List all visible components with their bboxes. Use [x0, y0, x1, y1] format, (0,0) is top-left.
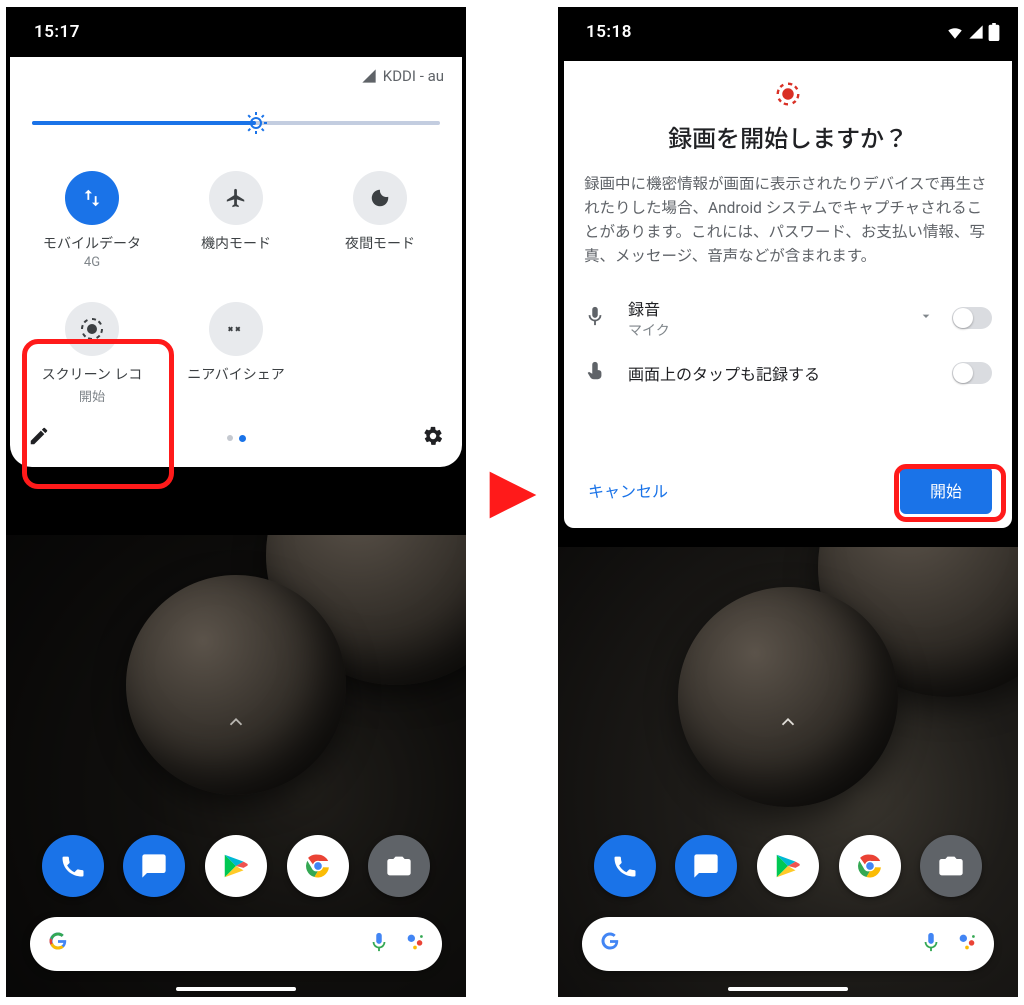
option-audio[interactable]: 録音 マイク: [584, 286, 992, 350]
option-audio-sub: マイク: [628, 320, 900, 340]
camera-app-icon[interactable]: [368, 835, 430, 897]
phone-app-icon[interactable]: [594, 835, 656, 897]
qs-tile-mobile-data[interactable]: モバイルデータ 4G: [20, 163, 164, 284]
clock: 15:17: [34, 22, 80, 42]
home-handle[interactable]: [728, 987, 848, 991]
transition-arrow-icon: [478, 460, 548, 534]
option-taps-title: 画面上のタップも記録する: [628, 361, 934, 385]
chevron-up-icon[interactable]: [225, 711, 247, 737]
quick-settings-panel: KDDI - au モバイルデータ 4G 機内モ: [10, 57, 462, 467]
toggle-audio[interactable]: [952, 307, 992, 329]
nearby-share-icon: [209, 302, 263, 356]
carrier-label: KDDI - au: [383, 67, 444, 85]
moon-icon: [353, 171, 407, 225]
qs-tile-airplane[interactable]: 機内モード: [164, 163, 308, 284]
qs-tile-sub: 4G: [24, 255, 160, 270]
clock: 15:18: [586, 22, 632, 42]
google-g-icon: [46, 929, 70, 960]
qs-tile-sub: 開始: [24, 386, 160, 405]
mic-icon[interactable]: [368, 931, 390, 957]
toggle-taps[interactable]: [952, 362, 992, 384]
brightness-thumb-icon[interactable]: [244, 111, 268, 135]
record-icon: [584, 81, 992, 107]
chrome-app-icon[interactable]: [839, 835, 901, 897]
dialog-title: 録画を開始しますか？: [584, 119, 992, 154]
assistant-icon[interactable]: [956, 931, 978, 957]
status-icons: [946, 7, 1000, 57]
edit-icon[interactable]: [28, 425, 50, 451]
phone-left: 15:17 KDDI - au モバイルデータ 4G: [6, 7, 466, 997]
chrome-app-icon[interactable]: [287, 835, 349, 897]
qs-tile-label: 機内モード: [168, 235, 304, 253]
play-store-icon[interactable]: [757, 835, 819, 897]
qs-tiles-grid: モバイルデータ 4G 機内モード 夜間モード: [10, 153, 462, 419]
arrows-up-down-icon: [65, 171, 119, 225]
qs-footer: [10, 419, 462, 463]
chevron-up-icon[interactable]: [777, 711, 799, 737]
mic-icon: [584, 305, 610, 331]
home-background: [6, 535, 466, 997]
camera-app-icon[interactable]: [920, 835, 982, 897]
pager-dots: [227, 435, 246, 442]
home-background: [558, 547, 1018, 997]
assistant-icon[interactable]: [404, 931, 426, 957]
chevron-down-icon[interactable]: [918, 308, 934, 328]
option-audio-title: 録音: [628, 296, 900, 320]
qs-header: KDDI - au: [10, 57, 462, 91]
home-handle[interactable]: [176, 987, 296, 991]
messages-app-icon[interactable]: [123, 835, 185, 897]
brightness-slider[interactable]: [32, 103, 440, 143]
phone-right: 15:18 録画を開始しますか？ 録画中に機密情報が画面に表示されたりデバイスで…: [558, 7, 1018, 997]
airplane-icon: [209, 171, 263, 225]
touch-icon: [584, 360, 610, 386]
qs-tile-screen-record[interactable]: スクリーン レコ 開始: [20, 294, 164, 419]
google-g-icon: [598, 929, 622, 960]
qs-tile-label: モバイルデータ: [24, 235, 160, 253]
messages-app-icon[interactable]: [675, 835, 737, 897]
record-target-icon: [65, 302, 119, 356]
signal-icon: [361, 68, 377, 84]
cancel-button[interactable]: キャンセル: [584, 470, 672, 510]
dock: [558, 835, 1018, 897]
signal-icon: [968, 24, 984, 40]
wifi-icon: [946, 23, 964, 41]
status-bar: 15:17: [6, 7, 466, 57]
qs-tile-label: 夜間モード: [312, 235, 448, 253]
qs-tile-label: スクリーン レコ: [24, 366, 160, 384]
option-taps[interactable]: 画面上のタップも記録する: [584, 350, 992, 396]
gear-icon[interactable]: [422, 425, 444, 451]
dialog-actions: キャンセル 開始: [584, 456, 992, 514]
start-button[interactable]: 開始: [900, 466, 992, 514]
qs-tile-nearby-share[interactable]: ニアバイシェア: [164, 294, 308, 419]
search-bar[interactable]: [30, 917, 442, 971]
screen-record-dialog: 録画を開始しますか？ 録画中に機密情報が画面に表示されたりデバイスで再生されたり…: [564, 61, 1012, 528]
dock: [6, 835, 466, 897]
phone-app-icon[interactable]: [42, 835, 104, 897]
play-store-icon[interactable]: [205, 835, 267, 897]
battery-icon: [988, 23, 1000, 41]
dialog-body: 録画中に機密情報が画面に表示されたりデバイスで再生されたりした場合、Androi…: [584, 172, 992, 268]
qs-tile-night[interactable]: 夜間モード: [308, 163, 452, 284]
search-bar[interactable]: [582, 917, 994, 971]
status-bar: 15:18: [558, 7, 1018, 57]
mic-icon[interactable]: [920, 931, 942, 957]
qs-tile-label: ニアバイシェア: [168, 366, 304, 384]
